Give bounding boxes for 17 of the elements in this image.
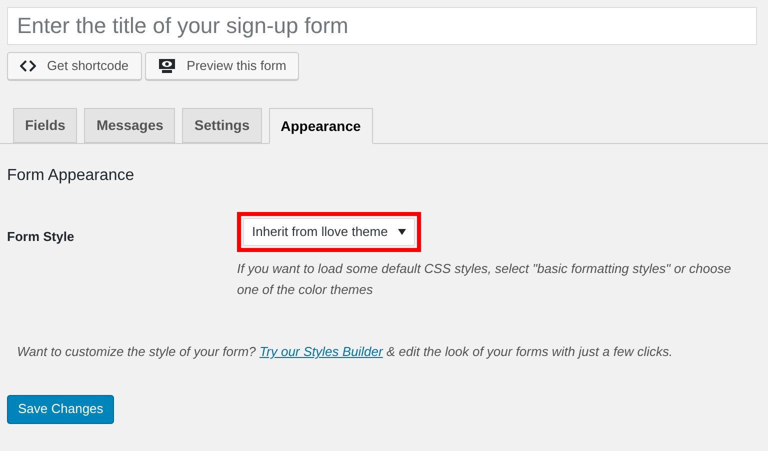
save-button[interactable]: Save Changes (7, 394, 114, 424)
preview-button[interactable]: Preview this form (144, 52, 300, 80)
code-icon (20, 60, 36, 72)
style-select[interactable]: Inherit from llove theme (243, 218, 415, 246)
tip-text: Want to customize the style of your form? Try our Styles Builder & edit the look of your forms with just a few clicks. (16, 343, 674, 361)
styles-builder-link[interactable]: Try our Styles Builder (260, 344, 383, 359)
monitor-eye-icon (158, 58, 176, 74)
tab[interactable]: Settings (182, 108, 262, 143)
tab[interactable]: Fields (13, 108, 78, 143)
shortcode-button[interactable]: Get shortcode (7, 52, 142, 80)
section-title: Form Appearance (7, 166, 136, 186)
help-text: If you want to load some default CSS styles, select "basic formatting styles" or choose one of the color themes (237, 260, 732, 299)
tab[interactable]: Appearance (268, 108, 373, 144)
field-label: Form Style (7, 228, 76, 246)
title-field[interactable]: Enter the title of your sign-up form (7, 7, 757, 45)
dropdown-arrow-icon (398, 229, 406, 235)
tab[interactable]: Messages (84, 108, 176, 143)
